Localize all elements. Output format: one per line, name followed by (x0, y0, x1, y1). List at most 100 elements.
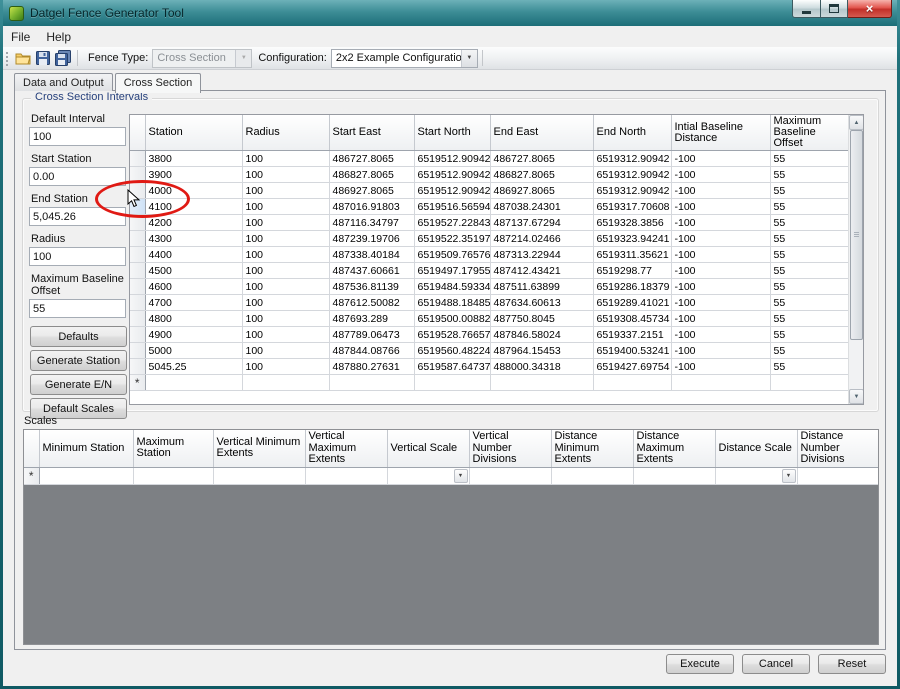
grid-cell[interactable]: 6519311.35621 (593, 247, 671, 263)
grid-cell[interactable]: 4400 (145, 247, 242, 263)
scales-cell[interactable] (39, 467, 133, 484)
grid-cell[interactable]: 100 (242, 247, 329, 263)
grid-cell[interactable]: 4800 (145, 311, 242, 327)
grid-cell[interactable]: 100 (242, 231, 329, 247)
grid-cell[interactable]: 100 (242, 311, 329, 327)
grid-cell[interactable]: 100 (242, 215, 329, 231)
grid-cell[interactable]: 486827.8065 (329, 167, 414, 183)
grid-cell[interactable]: 6519289.41021 (593, 295, 671, 311)
grid-cell[interactable]: 4900 (145, 327, 242, 343)
dropdown-arrow-icon[interactable]: ▼ (782, 469, 796, 483)
grid-cell[interactable]: 6519323.94241 (593, 231, 671, 247)
grid-row-header[interactable] (130, 327, 145, 343)
grid-row[interactable]: 4100100487016.918036519516.56594487038.2… (130, 199, 848, 215)
generate-station-button[interactable]: Generate Station (30, 350, 127, 371)
grid-cell[interactable]: 6519522.35197 (414, 231, 490, 247)
grid-cell[interactable]: 6519512.90942 (414, 151, 490, 167)
grid-cell[interactable]: 487789.06473 (329, 327, 414, 343)
grid-row-header[interactable] (130, 295, 145, 311)
grid-cell[interactable]: 487116.34797 (329, 215, 414, 231)
tab-cross-section[interactable]: Cross Section (115, 73, 201, 93)
grid-cell[interactable] (242, 375, 329, 391)
grid-cell[interactable]: -100 (671, 263, 770, 279)
scroll-up-icon[interactable]: ▲ (849, 115, 864, 130)
grid-cell[interactable]: -100 (671, 279, 770, 295)
grid-row[interactable]: 5000100487844.087666519560.48224487964.1… (130, 343, 848, 359)
scales-cell[interactable] (133, 467, 213, 484)
grid-column-header[interactable]: Maximum Baseline Offset (770, 115, 848, 151)
grid-cell[interactable]: 487437.60661 (329, 263, 414, 279)
grid-cell[interactable]: 486927.8065 (490, 183, 593, 199)
grid-cell[interactable]: -100 (671, 327, 770, 343)
grid-row-header[interactable] (130, 247, 145, 263)
grid-cell[interactable]: 5000 (145, 343, 242, 359)
scales-column-header[interactable]: Vertical Minimum Extents (213, 430, 305, 467)
grid-column-header[interactable]: Start East (329, 115, 414, 151)
grid-row-header[interactable] (130, 359, 145, 375)
grid-cell[interactable]: -100 (671, 247, 770, 263)
start-station-input[interactable] (29, 167, 126, 186)
grid-cell[interactable]: 100 (242, 167, 329, 183)
scales-column-header[interactable]: Distance Minimum Extents (551, 430, 633, 467)
grid-new-row[interactable]: * (130, 375, 848, 391)
grid-cell[interactable]: 6519298.77 (593, 263, 671, 279)
grid-column-header[interactable]: Intial Baseline Distance (671, 115, 770, 151)
grid-cell[interactable]: 55 (770, 167, 848, 183)
save-all-icon[interactable] (53, 48, 73, 68)
grid-cell[interactable]: 487536.81139 (329, 279, 414, 295)
grid-row[interactable]: 3800100486727.80656519512.90942486727.80… (130, 151, 848, 167)
grid-cell[interactable]: 6519427.69754 (593, 359, 671, 375)
grid-row-header[interactable] (130, 151, 145, 167)
grid-cell[interactable]: 100 (242, 279, 329, 295)
grid-cell[interactable]: 55 (770, 279, 848, 295)
grid-row[interactable]: 5045.25100487880.276316519587.6473748800… (130, 359, 848, 375)
grid-column-header[interactable]: Start North (414, 115, 490, 151)
grid-cell[interactable]: 487846.58024 (490, 327, 593, 343)
grid-cell[interactable]: -100 (671, 167, 770, 183)
generate-en-button[interactable]: Generate E/N (30, 374, 127, 395)
execute-button[interactable]: Execute (666, 654, 734, 674)
grid-cell[interactable]: 487313.22944 (490, 247, 593, 263)
menu-file[interactable]: File (3, 27, 38, 47)
scales-column-header[interactable]: Vertical Number Divisions (469, 430, 551, 467)
grid-row[interactable]: 4500100487437.606616519497.17955487412.4… (130, 263, 848, 279)
grid-row[interactable]: 4000100486927.80656519512.90942486927.80… (130, 183, 848, 199)
grid-row[interactable]: 4400100487338.401846519509.76576487313.2… (130, 247, 848, 263)
grid-column-header[interactable]: End East (490, 115, 593, 151)
grid-row-header[interactable] (130, 343, 145, 359)
grid-cell[interactable]: 6519587.64737 (414, 359, 490, 375)
grid-cell[interactable]: 100 (242, 183, 329, 199)
grid-cell[interactable]: 6519488.18485 (414, 295, 490, 311)
grid-cell[interactable]: -100 (671, 215, 770, 231)
configuration-combo[interactable]: 2x2 Example Configuration ▼ (331, 49, 478, 68)
grid-cell[interactable]: 6519312.90942 (593, 151, 671, 167)
grid-cell[interactable]: 6519286.18379 (593, 279, 671, 295)
scales-cell[interactable] (633, 467, 715, 484)
grid-cell[interactable]: 6519500.00882 (414, 311, 490, 327)
grid-cell[interactable]: 487214.02466 (490, 231, 593, 247)
grid-cell[interactable]: 6519527.22843 (414, 215, 490, 231)
grid-cell[interactable]: 6519308.45734 (593, 311, 671, 327)
grid-cell[interactable]: 4600 (145, 279, 242, 295)
grid-cell[interactable]: 55 (770, 263, 848, 279)
grid-column-header[interactable]: Radius (242, 115, 329, 151)
grid-cell[interactable]: 100 (242, 151, 329, 167)
grid-row[interactable]: 4800100487693.2896519500.00882487750.804… (130, 311, 848, 327)
grid-cell[interactable]: 487016.91803 (329, 199, 414, 215)
grid-cell[interactable] (671, 375, 770, 391)
grid-row-header[interactable] (130, 231, 145, 247)
defaults-button[interactable]: Defaults (30, 326, 127, 347)
grid-cell[interactable] (329, 375, 414, 391)
grid-row[interactable]: 4300100487239.197066519522.35197487214.0… (130, 231, 848, 247)
grid-cell[interactable]: 55 (770, 247, 848, 263)
grid-cell[interactable]: 487412.43421 (490, 263, 593, 279)
scales-column-header[interactable]: Vertical Maximum Extents (305, 430, 387, 467)
grid-cell[interactable]: 487634.60613 (490, 295, 593, 311)
scales-cell[interactable]: ▼ (387, 467, 469, 484)
dropdown-arrow-icon[interactable]: ▼ (454, 469, 468, 483)
max-baseline-offset-input[interactable] (29, 299, 126, 318)
grid-cell[interactable]: 6519516.56594 (414, 199, 490, 215)
grid-cell[interactable]: 6519528.76657 (414, 327, 490, 343)
grid-cell[interactable]: 6519337.2151 (593, 327, 671, 343)
grid-cell[interactable]: 55 (770, 359, 848, 375)
